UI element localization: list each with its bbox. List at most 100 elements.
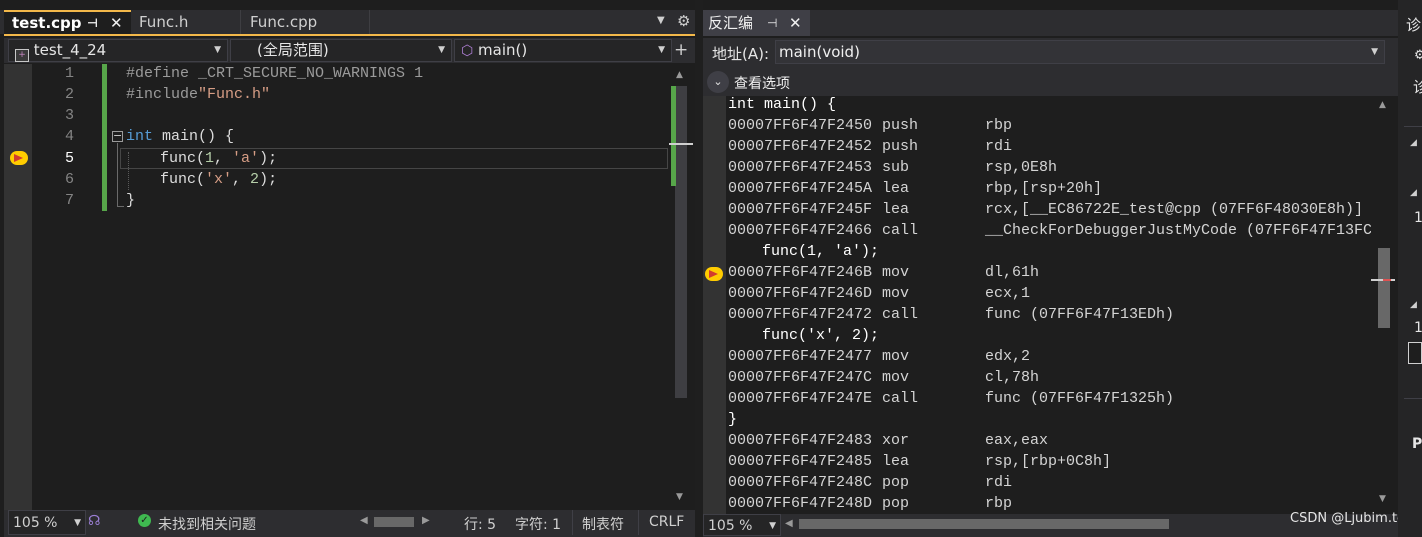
- zoom-combo[interactable]: 105 % ▼: [8, 510, 86, 535]
- tab-label: Func.cpp: [250, 13, 318, 31]
- scrollbar-change-marker: [671, 86, 676, 186]
- scope-combo[interactable]: (全局范围) ▼: [230, 39, 452, 62]
- scroll-left-icon[interactable]: ◀: [785, 518, 793, 529]
- tab-label: 反汇编: [708, 14, 754, 32]
- divider: [572, 510, 573, 535]
- close-icon[interactable]: ✕: [789, 10, 802, 36]
- scrollbar-caret-marker: [669, 143, 693, 145]
- chevron-down-icon: ▼: [74, 518, 81, 528]
- side-panel-input[interactable]: [1408, 342, 1422, 364]
- tab-func-cpp[interactable]: Func.cpp: [242, 10, 370, 34]
- disassembly-glyph-margin[interactable]: [703, 96, 726, 514]
- scroll-down-icon[interactable]: ▼: [1379, 494, 1386, 504]
- tab-disassembly[interactable]: 反汇编 ⊣ ✕: [703, 10, 810, 36]
- side-panel-value: 1: [1414, 210, 1422, 226]
- line-number: 4: [64, 128, 74, 145]
- code-line-7: }: [126, 192, 136, 209]
- scroll-thumb[interactable]: [675, 86, 687, 398]
- gear-icon[interactable]: ⚙: [677, 12, 690, 30]
- tab-list-dropdown-icon[interactable]: ▼: [657, 15, 665, 26]
- code-line-6: func('x', 2);: [160, 171, 278, 188]
- collapse-triangle-icon[interactable]: ◢: [1410, 138, 1417, 148]
- close-icon[interactable]: ✕: [110, 12, 123, 34]
- asm-row: 00007FF6F47F246D mov ecx,1: [728, 285, 1031, 302]
- tab-label: test.cpp: [12, 14, 82, 32]
- tab-test-cpp[interactable]: test.cpp ⊣ ✕: [4, 10, 132, 34]
- line-number: 7: [64, 192, 74, 209]
- editor-vertical-scrollbar[interactable]: ▲ ▼: [669, 64, 695, 510]
- source-line: func('x', 2);: [762, 327, 880, 344]
- address-combo[interactable]: main(void) ▼: [775, 40, 1385, 64]
- project-icon: +: [15, 49, 29, 62]
- horizontal-scroll-thumb[interactable]: [374, 517, 414, 527]
- side-panel-title[interactable]: 诊: [1406, 14, 1421, 35]
- scroll-up-icon[interactable]: ▲: [1379, 100, 1386, 110]
- view-options-label[interactable]: 查看选项: [734, 73, 790, 93]
- asm-row: 00007FF6F47F2452 push rdi: [728, 138, 1013, 155]
- code-line-1: #define _CRT_SECURE_NO_WARNINGS 1: [126, 65, 424, 82]
- tab-func-h[interactable]: Func.h: [131, 10, 241, 34]
- scroll-thumb[interactable]: [1378, 248, 1390, 328]
- tab-accent-line: [4, 34, 695, 36]
- chevron-down-icon: ▼: [1371, 47, 1378, 57]
- expand-chevron-icon[interactable]: ⌄: [707, 71, 729, 93]
- intellicode-icon[interactable]: ☊: [88, 513, 100, 529]
- collapse-triangle-icon[interactable]: ◢: [1410, 300, 1417, 310]
- pin-icon[interactable]: ⊣: [767, 10, 777, 36]
- settings-icon[interactable]: ⚙: [1414, 48, 1422, 63]
- asm-row: 00007FF6F47F2485 lea rsp,[rbp+0C8h]: [728, 453, 1112, 470]
- glyph-margin[interactable]: [4, 64, 32, 510]
- asm-row: 00007FF6F47F2466 call __CheckForDebugger…: [728, 222, 1371, 239]
- outline-line: [117, 143, 118, 207]
- line-number: 2: [64, 86, 74, 103]
- code-line-2: #include"Func.h": [126, 86, 271, 103]
- source-line: func(1, 'a');: [762, 243, 880, 260]
- side-panel-partial: 诊 ⚙ 诊 ◢ ◢ 1 ◢ 1 P: [1398, 0, 1422, 537]
- scroll-right-icon[interactable]: ▶: [422, 515, 430, 526]
- chevron-down-icon: ▼: [769, 521, 776, 531]
- asm-row: 00007FF6F47F2483 xor eax,eax: [728, 432, 1049, 449]
- divider: [1404, 398, 1422, 399]
- line-indicator[interactable]: 行: 5: [464, 514, 496, 534]
- code-line-5: func(1, 'a');: [160, 150, 278, 167]
- member-combo-value: main(): [478, 41, 528, 59]
- side-panel-glyph: 诊: [1413, 78, 1422, 96]
- line-number-current: 5: [64, 150, 74, 167]
- zoom-combo[interactable]: 105 % ▼: [703, 514, 781, 536]
- asm-row: 00007FF6F47F247E call func (07FF6F47F132…: [728, 390, 1175, 407]
- method-cube-icon: ⬡: [461, 43, 474, 59]
- char-indicator[interactable]: 字符: 1: [515, 514, 561, 534]
- horizontal-scroll-thumb[interactable]: [799, 519, 1169, 529]
- asm-row: 00007FF6F47F247C mov cl,78h: [728, 369, 1040, 386]
- line-number: 1: [64, 65, 74, 82]
- issues-status[interactable]: 未找到相关问题: [158, 514, 256, 534]
- asm-row: 00007FF6F47F2450 push rbp: [728, 117, 1013, 134]
- line-number: 6: [64, 171, 74, 188]
- source-line: }: [728, 411, 738, 428]
- pin-icon[interactable]: ⊣: [87, 12, 98, 34]
- scroll-down-icon[interactable]: ▼: [676, 492, 683, 502]
- eol-indicator[interactable]: CRLF: [649, 514, 684, 530]
- divider: [638, 510, 639, 535]
- project-combo-value: test_4_24: [33, 41, 107, 59]
- project-combo[interactable]: + test_4_24 ▼: [8, 39, 228, 62]
- outline-line-end: [117, 206, 124, 207]
- saved-changes-bar: [102, 64, 107, 211]
- check-circle-icon: ✓: [138, 514, 151, 527]
- collapse-icon[interactable]: −: [112, 130, 123, 142]
- instruction-pointer-icon: [705, 267, 723, 281]
- disassembly-vertical-scrollbar[interactable]: ▲ ▼: [1371, 96, 1398, 514]
- indent-guide: [128, 152, 129, 190]
- collapse-triangle-icon[interactable]: ◢: [1410, 188, 1417, 198]
- chevron-down-icon: ▼: [658, 45, 665, 55]
- scroll-left-icon[interactable]: ◀: [360, 515, 368, 526]
- tabs-mode-indicator[interactable]: 制表符: [582, 514, 624, 534]
- view-options-bar[interactable]: ⌄ 查看选项: [703, 68, 1398, 96]
- scroll-up-icon[interactable]: ▲: [676, 70, 683, 80]
- disassembly-listing[interactable]: int main() { 00007FF6F47F2450 push rbp 0…: [728, 96, 1371, 514]
- member-combo[interactable]: ⬡ main() ▼: [454, 39, 672, 62]
- panel-splitter[interactable]: [695, 0, 703, 537]
- chevron-down-icon: ▼: [438, 45, 445, 55]
- split-window-icon[interactable]: +: [674, 40, 688, 60]
- asm-row: 00007FF6F47F245A lea rbp,[rsp+20h]: [728, 180, 1103, 197]
